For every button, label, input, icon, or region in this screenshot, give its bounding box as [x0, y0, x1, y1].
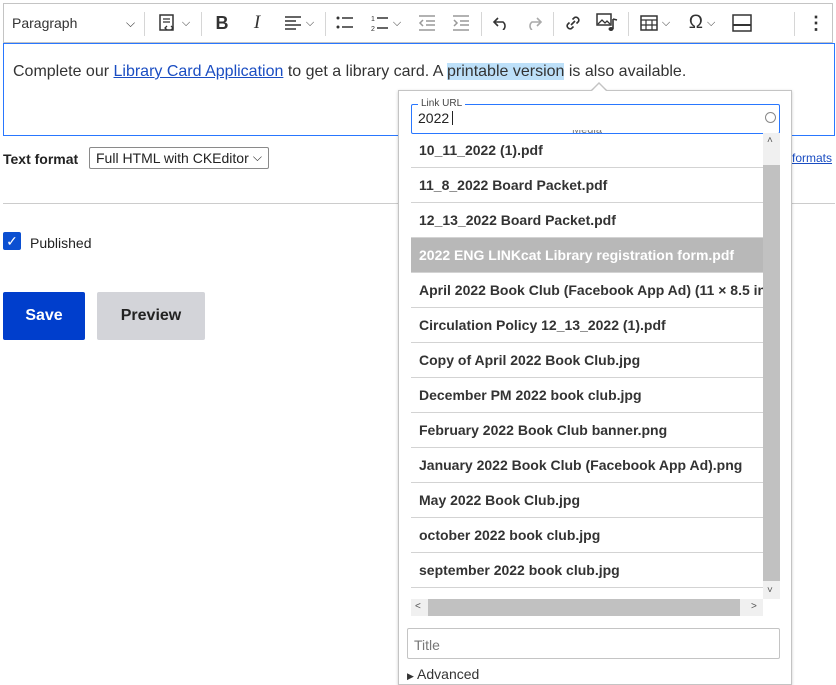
- link-button[interactable]: [558, 4, 588, 42]
- numbered-list-dropdown[interactable]: 12 ⌵: [364, 4, 408, 42]
- triangle-right-icon: ▶: [407, 671, 414, 681]
- scroll-up-icon[interactable]: ˄: [767, 135, 773, 146]
- svg-text:1: 1: [371, 16, 375, 23]
- table-dropdown[interactable]: ⌵: [633, 4, 677, 42]
- selected-text: printable version: [447, 63, 565, 80]
- link-url-label: Link URL: [418, 98, 466, 109]
- media-icon: [596, 13, 618, 31]
- scroll-right-icon[interactable]: ˃: [751, 601, 757, 612]
- checkmark-icon: ✓: [6, 233, 18, 249]
- svg-text:2: 2: [371, 26, 375, 32]
- list-item[interactable]: May 2022 Book Club.jpg: [411, 483, 763, 518]
- indent-button[interactable]: [446, 4, 476, 42]
- title-input[interactable]: Title: [407, 628, 780, 659]
- outdent-button[interactable]: [412, 4, 442, 42]
- chevron-down-icon: ⌵: [392, 16, 402, 29]
- editor-paragraph: Complete our Library Card Application to…: [13, 63, 686, 81]
- editor-text: Complete our: [13, 63, 114, 80]
- italic-button[interactable]: I: [242, 4, 272, 42]
- special-characters-dropdown[interactable]: Ω ⌵: [680, 4, 724, 42]
- list-item[interactable]: January 2022 Book Club (Facebook App Ad)…: [411, 448, 763, 483]
- list-item[interactable]: 10_11_2022 (1).pdf: [411, 133, 763, 168]
- toolbar-separator: [481, 12, 482, 36]
- redo-button[interactable]: [519, 4, 549, 42]
- more-button[interactable]: ⋮: [802, 4, 830, 42]
- horizontal-scrollbar[interactable]: ˂ ˃: [411, 599, 763, 616]
- source-icon: [159, 14, 174, 31]
- redo-icon: [529, 17, 543, 30]
- more-icon: ⋮: [807, 12, 825, 33]
- list-item[interactable]: December PM 2022 book club.jpg: [411, 378, 763, 413]
- toolbar-separator: [325, 12, 326, 36]
- outdent-icon: [418, 15, 435, 31]
- indent-icon: [453, 15, 469, 31]
- toolbar-separator: [144, 12, 145, 36]
- advanced-label: Advanced: [417, 666, 480, 682]
- toolbar-separator: [201, 12, 202, 36]
- list-item[interactable]: 11_8_2022 Board Packet.pdf: [411, 168, 763, 203]
- toolbar-separator: [794, 12, 795, 36]
- media-group-label: Media: [572, 130, 602, 136]
- bulleted-list-button[interactable]: [330, 4, 360, 42]
- align-icon: [284, 16, 301, 30]
- chevron-down-icon: ⌵: [252, 150, 262, 164]
- horizontal-line-icon: [732, 14, 752, 32]
- toolbar-separator: [628, 12, 629, 36]
- list-item[interactable]: April 2022 Book Club (Facebook App Ad) (…: [411, 273, 763, 308]
- save-button[interactable]: Save: [3, 292, 85, 340]
- editor-text: is also available.: [564, 63, 687, 80]
- chevron-down-icon: ⌵: [126, 15, 136, 30]
- advanced-toggle[interactable]: ▶ Advanced: [407, 666, 479, 682]
- scrollbar-thumb[interactable]: [428, 599, 740, 616]
- vertical-scrollbar[interactable]: ˄ ˅: [763, 133, 780, 599]
- library-card-link[interactable]: Library Card Application: [114, 63, 284, 80]
- editor-toolbar: Paragraph ⌵ ⌵ B I ⌵ 12 ⌵ ⌵ Ω ⌵ ⋮: [3, 3, 833, 43]
- about-text-formats-link[interactable]: formats: [792, 151, 832, 165]
- special-characters-icon: Ω: [688, 12, 703, 33]
- editor-text: to get a library card. A: [283, 63, 448, 80]
- list-item[interactable]: Copy of April 2022 Book Club.jpg: [411, 343, 763, 378]
- scroll-left-icon[interactable]: ˂: [415, 601, 421, 612]
- toolbar-separator: [553, 12, 554, 36]
- text-format-select[interactable]: Full HTML with CKEditor ⌵: [89, 147, 269, 169]
- scroll-down-icon[interactable]: ˅: [767, 585, 773, 596]
- chevron-down-icon: ⌵: [181, 16, 191, 29]
- italic-icon: I: [253, 12, 261, 33]
- paragraph-dropdown[interactable]: Paragraph ⌵: [12, 4, 142, 42]
- text-format-value: Full HTML with CKEditor: [96, 150, 249, 166]
- table-icon: [640, 15, 658, 31]
- published-checkbox[interactable]: ✓: [3, 232, 21, 250]
- chevron-down-icon: ⌵: [661, 16, 671, 29]
- media-button[interactable]: [591, 4, 623, 42]
- undo-icon: [492, 17, 506, 30]
- bold-button[interactable]: B: [207, 4, 237, 42]
- chevron-down-icon: ⌵: [706, 16, 716, 29]
- text-format-label: Text format: [3, 151, 79, 167]
- list-item[interactable]: september 2022 book club.jpg: [411, 553, 763, 588]
- list-item-selected[interactable]: 2022 ENG LINKcat Library registration fo…: [411, 238, 763, 273]
- bulleted-list-icon: [336, 16, 353, 29]
- undo-button[interactable]: [486, 4, 516, 42]
- chevron-down-icon: ⌵: [305, 16, 315, 29]
- link-balloon: Link URL 2022 10_11_2022 (1).pdf 11_8_20…: [398, 90, 792, 685]
- scrollbar-thumb[interactable]: [763, 165, 780, 581]
- align-dropdown[interactable]: ⌵: [277, 4, 321, 42]
- paragraph-label: Paragraph: [12, 15, 78, 31]
- link-url-value: 2022: [418, 110, 454, 126]
- list-item[interactable]: october 2022 book club.jpg: [411, 518, 763, 553]
- balloon-arrow: [591, 84, 607, 92]
- loading-spinner-icon: [765, 112, 776, 123]
- published-label: Published: [30, 235, 92, 251]
- source-button[interactable]: ⌵: [152, 4, 196, 42]
- bold-icon: B: [215, 12, 229, 33]
- link-icon: [566, 16, 580, 30]
- list-item[interactable]: February 2022 Book Club banner.png: [411, 413, 763, 448]
- autocomplete-list: 10_11_2022 (1).pdf 11_8_2022 Board Packe…: [411, 133, 763, 599]
- preview-button[interactable]: Preview: [97, 292, 205, 340]
- horizontal-line-button[interactable]: [726, 4, 758, 42]
- numbered-list-icon: 12: [371, 16, 388, 32]
- list-item[interactable]: Circulation Policy 12_13_2022 (1).pdf: [411, 308, 763, 343]
- list-item[interactable]: 12_13_2022 Board Packet.pdf: [411, 203, 763, 238]
